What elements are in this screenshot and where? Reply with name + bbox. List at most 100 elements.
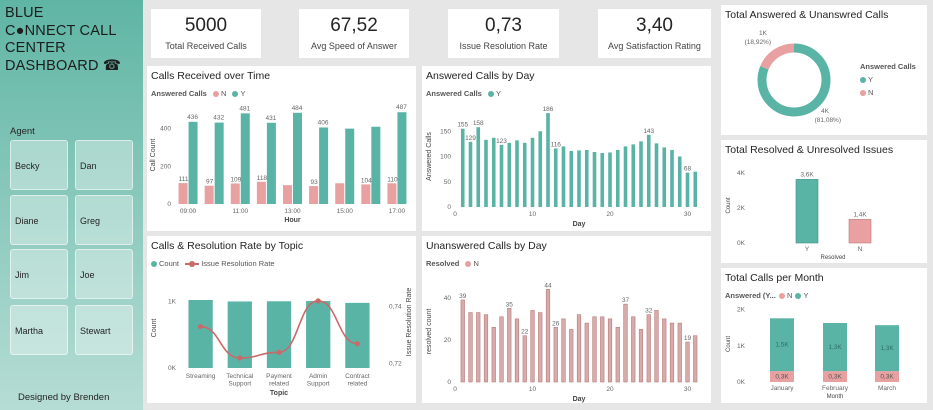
y-tick-label: 50 [444, 179, 452, 186]
bar [460, 128, 465, 207]
data-label-n: 97 [206, 179, 214, 186]
agent-button-martha[interactable]: Martha [10, 305, 68, 355]
data-label: 129 [465, 135, 476, 142]
bar [654, 143, 659, 207]
chart-resolved: Total Resolved & Unresolved Issues 0K 2K 4… [721, 140, 927, 263]
kpi-label: Avg Satisfaction Rating [608, 41, 701, 51]
kpi-label: Avg Speed of Answer [311, 41, 397, 51]
chart-unanswered-by-day: Unanswered Calls by Day Resolved N 0 20 40… [422, 236, 711, 403]
y-tick-label: 100 [440, 154, 451, 161]
bar-y [188, 121, 198, 204]
data-label: 19 [684, 335, 692, 342]
data-label-n: 93 [310, 179, 318, 186]
data-label-y: 1,3K [880, 345, 894, 352]
data-label-n: 111 [179, 176, 189, 183]
bar [685, 341, 690, 383]
bar [530, 310, 535, 383]
data-label: 44 [544, 282, 552, 289]
data-label: 35 [506, 301, 514, 308]
chart-plot: 0 50 100 150 Answered Calls 0 10 20 30 155 129 158 1… [426, 106, 698, 228]
bar [515, 140, 519, 207]
y-tick-label: 20 [444, 337, 452, 344]
agent-button-stewart[interactable]: Stewart [75, 305, 133, 355]
bar [522, 142, 527, 207]
bar [607, 318, 613, 383]
data-label: 158 [473, 120, 484, 127]
data-label: 26 [552, 320, 560, 327]
bar [693, 335, 698, 383]
data-label: 39 [459, 293, 467, 300]
agent-button-jim[interactable]: Jim [10, 249, 68, 299]
chart-calls-over-time: Calls Received over Time Answered Calls … [147, 66, 416, 231]
x-axis-label: Hour [284, 217, 301, 224]
y-tick-label: 2K [737, 307, 746, 314]
x-tick-label: 20 [606, 211, 614, 218]
bar [677, 322, 682, 383]
y-axis-label: Count [726, 336, 732, 352]
donut-label-y: 4K [821, 108, 830, 115]
bar-n [387, 183, 397, 204]
kpi-value: 5000 [184, 15, 228, 36]
chart-plot: 0 200 400Call Count 111 436 09:00 97 432 109 481 1… [150, 104, 407, 224]
data-label-n: 0,3K [775, 374, 789, 381]
bar-count [345, 302, 370, 368]
x-tick-label: February [822, 385, 849, 392]
bar-y [397, 112, 407, 204]
x-tick-label: Technical [226, 373, 254, 380]
bar [615, 326, 620, 383]
data-label: 123 [496, 138, 507, 145]
agent-button-becky[interactable]: Becky [10, 140, 68, 190]
bar [476, 312, 481, 383]
bar [561, 146, 566, 207]
kpi-label: Issue Resolution Rate [459, 41, 548, 51]
bar [483, 314, 489, 383]
data-label-n: 110 [387, 176, 398, 183]
bar-y [319, 127, 329, 204]
donut-pct-n: (18,92%) [745, 39, 771, 46]
y-tick-label: 1K [737, 343, 746, 350]
irr-point [315, 298, 321, 304]
sidebar: BLUE C●NNECT CALL CENTER DASHBOARD ☎ Age… [0, 0, 143, 410]
data-label-y: 481 [239, 105, 250, 112]
agent-button-joe[interactable]: Joe [75, 249, 133, 299]
bar-count [266, 301, 292, 368]
y-axis-label: Count [151, 319, 158, 338]
x-tick-label: 0 [453, 386, 457, 393]
data-label-n: 118 [257, 175, 268, 182]
data-label-y: 431 [265, 115, 276, 122]
chart-plot: 0K 1K 0,72 0,74 Count Issue Resolution Rate St… [151, 288, 413, 397]
bar-count [188, 300, 213, 368]
bar-n [335, 183, 345, 204]
bar [670, 149, 674, 207]
bar [507, 308, 512, 383]
bar-y [266, 122, 276, 204]
x-tick-label: 11:00 [232, 208, 248, 215]
data-label: 116 [551, 141, 562, 148]
x-tick-label: January [770, 385, 794, 392]
y-axis-label: Answered Calls [426, 132, 433, 181]
bar [646, 134, 651, 207]
bar [514, 318, 520, 383]
data-label-y: 432 [213, 115, 224, 122]
bar-n [283, 185, 292, 204]
agent-button-diane[interactable]: Diane [10, 195, 68, 245]
bar [592, 151, 597, 207]
chart-answered-donut: Total Answered & Unanswred Calls Answere… [721, 5, 927, 135]
kpi-value: 3,40 [636, 15, 673, 36]
x-tick-label: 13:00 [284, 208, 301, 215]
kpi-value: 67,52 [330, 15, 378, 36]
x-tick-label: Payment [266, 373, 292, 380]
bar-y [795, 179, 819, 244]
bar [476, 127, 481, 207]
y-tick-label: 150 [440, 128, 451, 135]
data-label: 22 [521, 329, 529, 336]
kpi-card-resolution-rate: 0,73 Issue Resolution Rate [448, 9, 559, 58]
agent-button-greg[interactable]: Greg [75, 195, 133, 245]
y-tick-label: 0K [737, 240, 746, 247]
bar [507, 142, 512, 207]
bar [545, 289, 551, 383]
data-label: 37 [622, 297, 630, 304]
x-axis-label: Day [573, 396, 586, 403]
data-label: 3,6K [800, 171, 814, 178]
agent-button-dan[interactable]: Dan [75, 140, 133, 190]
